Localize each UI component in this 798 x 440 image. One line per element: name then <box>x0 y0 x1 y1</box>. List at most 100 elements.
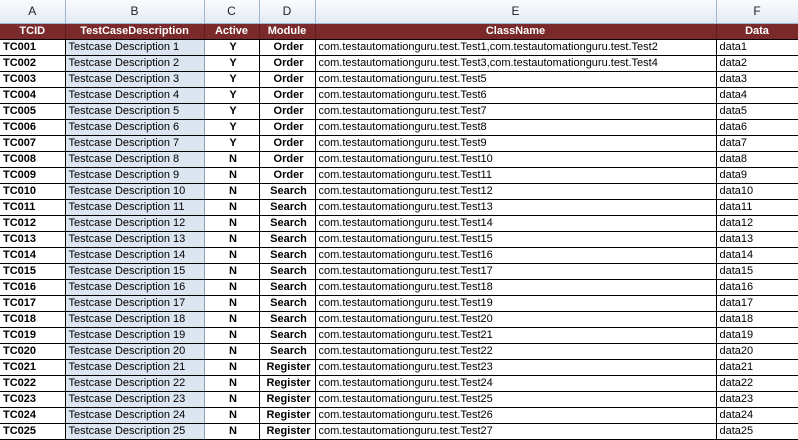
cell-classname[interactable]: com.testautomationguru.test.Test17 <box>315 263 717 280</box>
cell-classname[interactable]: com.testautomationguru.test.Test1,com.te… <box>315 39 717 56</box>
cell-data[interactable]: data6 <box>716 119 798 136</box>
cell-classname[interactable]: com.testautomationguru.test.Test21 <box>315 327 717 344</box>
cell-tcid[interactable]: TC003 <box>0 71 66 88</box>
cell-active[interactable]: N <box>204 215 260 232</box>
column-header-b[interactable]: B <box>65 0 205 24</box>
cell-data[interactable]: data19 <box>716 327 798 344</box>
cell-active[interactable]: N <box>204 407 260 424</box>
cell-data[interactable]: data20 <box>716 343 798 360</box>
cell-description[interactable]: Testcase Description 19 <box>65 327 205 344</box>
cell-tcid[interactable]: TC007 <box>0 135 66 152</box>
cell-classname[interactable]: com.testautomationguru.test.Test23 <box>315 359 717 376</box>
cell-active[interactable]: N <box>204 391 260 408</box>
cell-data[interactable]: data16 <box>716 279 798 296</box>
cell-data[interactable]: data21 <box>716 359 798 376</box>
cell-description[interactable]: Testcase Description 21 <box>65 359 205 376</box>
cell-active[interactable]: N <box>204 151 260 168</box>
cell-active[interactable]: N <box>204 359 260 376</box>
cell-module[interactable]: Search <box>259 279 316 296</box>
cell-description[interactable]: Testcase Description 11 <box>65 199 205 216</box>
cell-active[interactable]: Y <box>204 87 260 104</box>
cell-classname[interactable]: com.testautomationguru.test.Test3,com.te… <box>315 55 717 72</box>
cell-data[interactable]: data22 <box>716 375 798 392</box>
cell-active[interactable]: N <box>204 183 260 200</box>
cell-description[interactable]: Testcase Description 25 <box>65 423 205 440</box>
cell-data[interactable]: data11 <box>716 199 798 216</box>
cell-tcid[interactable]: TC012 <box>0 215 66 232</box>
cell-tcid[interactable]: TC023 <box>0 391 66 408</box>
cell-module[interactable]: Search <box>259 231 316 248</box>
header-cell-module[interactable]: Module <box>259 23 316 40</box>
cell-module[interactable]: Search <box>259 343 316 360</box>
cell-classname[interactable]: com.testautomationguru.test.Test11 <box>315 167 717 184</box>
cell-data[interactable]: data17 <box>716 295 798 312</box>
cell-active[interactable]: N <box>204 199 260 216</box>
cell-module[interactable]: Order <box>259 167 316 184</box>
cell-data[interactable]: data14 <box>716 247 798 264</box>
cell-module[interactable]: Register <box>259 359 316 376</box>
cell-active[interactable]: N <box>204 231 260 248</box>
cell-active[interactable]: N <box>204 423 260 440</box>
cell-tcid[interactable]: TC010 <box>0 183 66 200</box>
cell-module[interactable]: Order <box>259 71 316 88</box>
cell-tcid[interactable]: TC005 <box>0 103 66 120</box>
cell-tcid[interactable]: TC022 <box>0 375 66 392</box>
cell-module[interactable]: Search <box>259 215 316 232</box>
cell-description[interactable]: Testcase Description 12 <box>65 215 205 232</box>
cell-tcid[interactable]: TC013 <box>0 231 66 248</box>
cell-active[interactable]: Y <box>204 135 260 152</box>
cell-module[interactable]: Search <box>259 263 316 280</box>
cell-tcid[interactable]: TC017 <box>0 295 66 312</box>
cell-active[interactable]: N <box>204 263 260 280</box>
cell-classname[interactable]: com.testautomationguru.test.Test14 <box>315 215 717 232</box>
cell-description[interactable]: Testcase Description 16 <box>65 279 205 296</box>
cell-description[interactable]: Testcase Description 7 <box>65 135 205 152</box>
cell-description[interactable]: Testcase Description 10 <box>65 183 205 200</box>
cell-description[interactable]: Testcase Description 4 <box>65 87 205 104</box>
cell-module[interactable]: Register <box>259 423 316 440</box>
header-cell-active[interactable]: Active <box>204 23 260 40</box>
cell-active[interactable]: Y <box>204 55 260 72</box>
cell-data[interactable]: data25 <box>716 423 798 440</box>
cell-active[interactable]: N <box>204 295 260 312</box>
cell-active[interactable]: N <box>204 343 260 360</box>
cell-classname[interactable]: com.testautomationguru.test.Test25 <box>315 391 717 408</box>
cell-tcid[interactable]: TC014 <box>0 247 66 264</box>
cell-module[interactable]: Order <box>259 119 316 136</box>
cell-tcid[interactable]: TC004 <box>0 87 66 104</box>
cell-active[interactable]: N <box>204 167 260 184</box>
cell-classname[interactable]: com.testautomationguru.test.Test13 <box>315 199 717 216</box>
cell-classname[interactable]: com.testautomationguru.test.Test22 <box>315 343 717 360</box>
header-cell-classname[interactable]: ClassName <box>315 23 717 40</box>
cell-tcid[interactable]: TC011 <box>0 199 66 216</box>
cell-data[interactable]: data7 <box>716 135 798 152</box>
cell-tcid[interactable]: TC002 <box>0 55 66 72</box>
cell-classname[interactable]: com.testautomationguru.test.Test24 <box>315 375 717 392</box>
cell-module[interactable]: Order <box>259 39 316 56</box>
cell-tcid[interactable]: TC009 <box>0 167 66 184</box>
cell-module[interactable]: Register <box>259 391 316 408</box>
cell-classname[interactable]: com.testautomationguru.test.Test10 <box>315 151 717 168</box>
cell-data[interactable]: data1 <box>716 39 798 56</box>
cell-data[interactable]: data10 <box>716 183 798 200</box>
cell-tcid[interactable]: TC008 <box>0 151 66 168</box>
column-header-d[interactable]: D <box>259 0 316 24</box>
cell-description[interactable]: Testcase Description 3 <box>65 71 205 88</box>
cell-active[interactable]: Y <box>204 103 260 120</box>
cell-data[interactable]: data5 <box>716 103 798 120</box>
cell-tcid[interactable]: TC024 <box>0 407 66 424</box>
cell-data[interactable]: data13 <box>716 231 798 248</box>
cell-tcid[interactable]: TC018 <box>0 311 66 328</box>
cell-tcid[interactable]: TC016 <box>0 279 66 296</box>
column-header-f[interactable]: F <box>716 0 798 24</box>
cell-data[interactable]: data23 <box>716 391 798 408</box>
cell-active[interactable]: N <box>204 311 260 328</box>
cell-description[interactable]: Testcase Description 22 <box>65 375 205 392</box>
cell-classname[interactable]: com.testautomationguru.test.Test5 <box>315 71 717 88</box>
cell-module[interactable]: Order <box>259 135 316 152</box>
cell-module[interactable]: Search <box>259 199 316 216</box>
cell-description[interactable]: Testcase Description 5 <box>65 103 205 120</box>
cell-classname[interactable]: com.testautomationguru.test.Test6 <box>315 87 717 104</box>
cell-classname[interactable]: com.testautomationguru.test.Test7 <box>315 103 717 120</box>
cell-tcid[interactable]: TC020 <box>0 343 66 360</box>
